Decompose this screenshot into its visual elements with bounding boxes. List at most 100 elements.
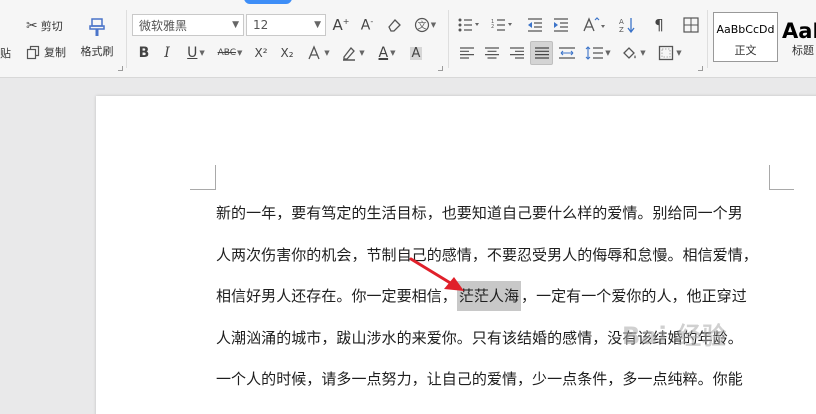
chevron-down-icon: ▼: [324, 49, 330, 57]
bullets-button[interactable]: [454, 14, 484, 36]
distributed-button[interactable]: [556, 42, 578, 64]
clear-format-button[interactable]: [383, 14, 405, 36]
numbering-button[interactable]: 12: [487, 14, 517, 36]
style-normal-sample: AaBbCcDd: [716, 23, 775, 36]
font-family-select[interactable]: 微软雅黑 ▼: [132, 14, 244, 36]
group-divider: [707, 10, 708, 68]
font-size-value: 12: [253, 18, 269, 32]
style-normal[interactable]: AaBbCcDd 正文: [713, 12, 778, 62]
format-painter-button[interactable]: 格式刷: [77, 14, 117, 62]
paragraph-line: 一个人的时候，请多一点努力，让自己的爱情，少一点条件，多一点纯粹。你能: [216, 370, 743, 388]
font-dialog-launcher[interactable]: [438, 66, 443, 71]
chinese-layout-icon: [583, 17, 605, 32]
strikethrough-button[interactable]: ABC ▼: [216, 42, 244, 64]
chevron-down-icon: ▼: [237, 49, 243, 57]
watermark-text: Bai 经验: [622, 322, 728, 350]
eraser-icon: [388, 19, 401, 32]
text-effect-button[interactable]: ▼: [303, 42, 333, 64]
italic-button[interactable]: I: [157, 42, 177, 64]
decrease-indent-icon: [528, 18, 542, 32]
phonetic-guide-icon: 文: [414, 17, 429, 33]
table-grid-icon: [683, 17, 699, 33]
cut-label: 剪切: [40, 20, 63, 33]
character-shading-glyph: A: [409, 45, 423, 61]
scissors-icon: ✂: [26, 18, 38, 34]
justify-icon: [534, 47, 549, 59]
bold-button[interactable]: B: [134, 42, 154, 64]
decrease-indent-button[interactable]: [524, 14, 546, 36]
crop-mark-top-right: [769, 189, 794, 190]
annotation-arrow-icon: [409, 257, 464, 291]
underline-glyph: U: [187, 45, 198, 61]
subscript-glyph: X₂: [280, 46, 294, 60]
align-right-button[interactable]: [506, 42, 528, 64]
chevron-down-icon: ▼: [359, 49, 365, 57]
bold-glyph: B: [138, 45, 150, 61]
paste-label-fragment[interactable]: 贴: [0, 45, 11, 61]
borders-button[interactable]: ▼: [654, 42, 686, 64]
underline-button[interactable]: U ▼: [181, 42, 211, 64]
cut-button[interactable]: ✂ 剪切: [24, 16, 65, 36]
shrink-font-icon: A-: [360, 16, 374, 34]
bullet-list-icon: [458, 18, 479, 32]
document-body[interactable]: 新的一年，要有笃定的生活目标，也要知道自己要什么样的爱情。别给同一个男 人两次伤…: [216, 196, 776, 404]
style-heading-sample: AaI: [782, 19, 816, 43]
text-effect-icon: [308, 45, 320, 60]
line-spacing-icon: [585, 46, 604, 60]
border-icon: [659, 45, 674, 61]
sort-icon: AZ: [619, 18, 635, 33]
chevron-down-icon: ▼: [199, 49, 205, 57]
active-tab-indicator: [244, 0, 292, 4]
table-grid-button[interactable]: [680, 14, 702, 36]
grow-font-button[interactable]: A+: [330, 14, 352, 36]
increase-indent-button[interactable]: [550, 14, 572, 36]
style-heading-name: 标题: [792, 44, 814, 57]
align-left-icon: [460, 47, 474, 59]
paragraph-dialog-launcher[interactable]: [698, 66, 703, 71]
group-divider: [448, 10, 449, 68]
chevron-down-icon: ▼: [430, 21, 437, 29]
shrink-font-button[interactable]: A-: [356, 14, 378, 36]
highlight-button[interactable]: ▼: [338, 42, 368, 64]
format-painter-label: 格式刷: [80, 45, 114, 58]
chevron-down-icon: ▼: [640, 49, 646, 57]
superscript-button[interactable]: X²: [250, 42, 272, 64]
font-size-select[interactable]: 12 ▼: [246, 14, 326, 36]
superscript-glyph: X²: [254, 46, 268, 60]
highlighter-icon: [343, 47, 356, 61]
line-spacing-button[interactable]: ▼: [582, 42, 614, 64]
align-right-icon: [510, 47, 524, 59]
svg-text:A: A: [619, 18, 624, 26]
character-shading-button[interactable]: A: [406, 42, 426, 64]
crop-mark-top-left: [190, 189, 215, 190]
grow-font-icon: A+: [332, 15, 350, 34]
document-page[interactable]: 新的一年，要有笃定的生活目标，也要知道自己要什么样的爱情。别给同一个男 人两次伤…: [96, 96, 816, 414]
justify-button[interactable]: [530, 41, 553, 65]
numbered-list-icon: 12: [491, 19, 512, 31]
clipboard-dialog-launcher[interactable]: [118, 66, 123, 71]
show-marks-button[interactable]: ¶: [648, 14, 670, 36]
phonetic-guide-button[interactable]: 文 ▼: [410, 14, 440, 36]
chevron-down-icon: ▼: [314, 20, 321, 30]
align-center-button[interactable]: [481, 42, 503, 64]
shading-button[interactable]: ▼: [618, 42, 650, 64]
chevron-down-icon: ▼: [232, 20, 239, 30]
copy-label: 复制: [44, 46, 66, 59]
style-heading[interactable]: AaI 标题: [781, 12, 816, 62]
paragraph-line: 新的一年，要有笃定的生活目标，也要知道自己要什么样的爱情。别给同一个男: [216, 204, 743, 222]
font-color-button[interactable]: A ▼: [372, 42, 402, 64]
paragraph-line: 人两次伤害你的机会，节制自己的感情，不要忍受男人的侮辱和怠慢。相信爱情，: [216, 245, 758, 264]
distributed-align-icon: [559, 47, 575, 59]
ribbon-toolbar: 贴 ✂ 剪切 复制 格式刷 微软雅黑 ▼ 12 ▼ A+ A- 文 ▼ B I …: [0, 0, 816, 78]
sort-button[interactable]: AZ: [616, 14, 638, 36]
align-center-icon: [485, 47, 499, 59]
paint-bucket-icon: [623, 47, 637, 59]
crop-mark-top-right: [769, 165, 770, 190]
group-divider: [126, 10, 127, 68]
svg-text:文: 文: [417, 20, 426, 32]
italic-glyph: I: [164, 45, 170, 61]
align-left-button[interactable]: [456, 42, 478, 64]
subscript-button[interactable]: X₂: [276, 42, 298, 64]
chinese-layout-button[interactable]: [578, 14, 610, 36]
copy-button[interactable]: 复制: [24, 42, 68, 62]
